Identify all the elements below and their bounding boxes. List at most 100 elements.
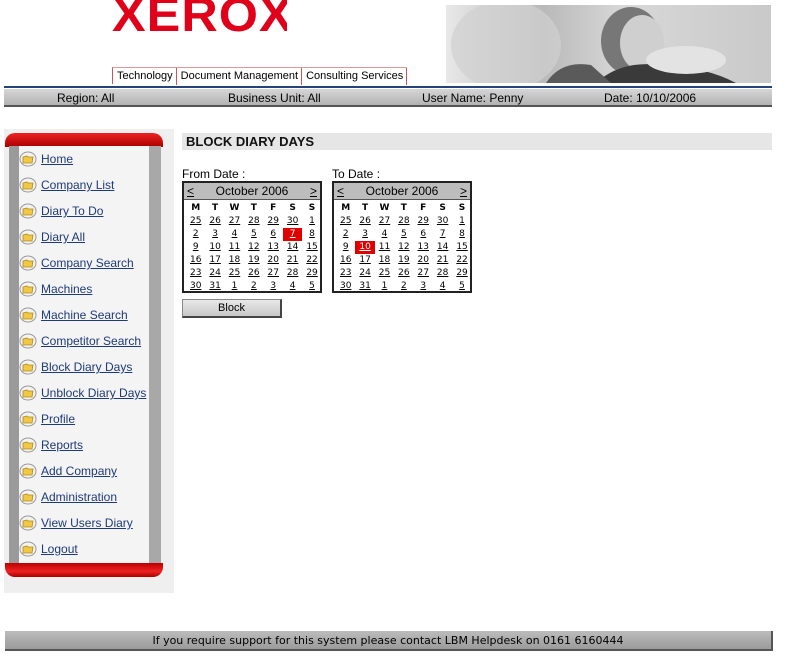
calendar-day[interactable]: 22: [452, 254, 471, 267]
calendar-day[interactable]: 4: [225, 228, 244, 241]
calendar-day[interactable]: 19: [394, 254, 413, 267]
sidebar-item-machine-search[interactable]: Machine Search: [19, 305, 128, 325]
sidebar-item-label[interactable]: Unblock Diary Days: [41, 386, 146, 400]
sidebar-item-label[interactable]: Add Company: [41, 464, 117, 478]
calendar-day[interactable]: 3: [264, 280, 283, 293]
calendar-day[interactable]: 4: [433, 280, 452, 293]
block-button[interactable]: Block: [182, 299, 282, 318]
sidebar-item-company-search[interactable]: Company Search: [19, 253, 134, 273]
calendar-day[interactable]: 14: [283, 241, 302, 254]
calendar-day[interactable]: 1: [225, 280, 244, 293]
calendar-day[interactable]: 26: [205, 215, 224, 228]
calendar-day[interactable]: 4: [375, 228, 394, 241]
calendar-day[interactable]: 24: [355, 267, 374, 280]
calendar-day[interactable]: 6: [414, 228, 433, 241]
sidebar-item-unblock-diary-days[interactable]: Unblock Diary Days: [19, 383, 146, 403]
calendar-day[interactable]: 16: [186, 254, 205, 267]
sidebar-item-view-users-diary[interactable]: View Users Diary: [19, 513, 133, 533]
calendar-day[interactable]: 17: [355, 254, 374, 267]
sidebar-item-block-diary-days[interactable]: Block Diary Days: [19, 357, 132, 377]
calendar-day[interactable]: 30: [336, 280, 355, 293]
calendar-day[interactable]: 23: [336, 267, 355, 280]
sidebar-item-diary-all[interactable]: Diary All: [19, 227, 85, 247]
calendar-day[interactable]: 2: [244, 280, 263, 293]
calendar-day[interactable]: 25: [186, 215, 205, 228]
sidebar-item-label[interactable]: View Users Diary: [41, 516, 133, 530]
calendar-day[interactable]: 3: [355, 228, 374, 241]
calendar-day[interactable]: 29: [264, 215, 283, 228]
calendar-day[interactable]: 5: [394, 228, 413, 241]
calendar-day[interactable]: 28: [244, 215, 263, 228]
calendar-day[interactable]: 16: [336, 254, 355, 267]
calendar-day[interactable]: 13: [264, 241, 283, 254]
sidebar-item-label[interactable]: Administration: [41, 490, 117, 504]
calendar-day[interactable]: 11: [225, 241, 244, 254]
selected-day[interactable]: 10: [355, 241, 375, 254]
calendar-day[interactable]: 30: [433, 215, 452, 228]
sidebar-item-machines[interactable]: Machines: [19, 279, 92, 299]
calendar-day[interactable]: 5: [244, 228, 263, 241]
calendar-day[interactable]: 4: [283, 280, 302, 293]
calendar-day[interactable]: 17: [205, 254, 224, 267]
calendar-day[interactable]: 29: [452, 267, 471, 280]
calendar-day[interactable]: 24: [205, 267, 224, 280]
calendar-day[interactable]: 1: [375, 280, 394, 293]
calendar-day[interactable]: 26: [244, 267, 263, 280]
calendar-day[interactable]: 20: [414, 254, 433, 267]
calendar-day[interactable]: 9: [186, 241, 205, 254]
calendar-day[interactable]: 23: [186, 267, 205, 280]
calendar-day[interactable]: 28: [433, 267, 452, 280]
calendar-day[interactable]: 12: [244, 241, 263, 254]
calendar-day[interactable]: 25: [375, 267, 394, 280]
calendar-day[interactable]: 18: [375, 254, 394, 267]
calendar-day[interactable]: 20: [264, 254, 283, 267]
calendar-day[interactable]: 28: [394, 215, 413, 228]
calendar-day[interactable]: 10: [205, 241, 224, 254]
sidebar-item-label[interactable]: Reports: [41, 438, 83, 452]
calendar-day[interactable]: 15: [452, 241, 471, 254]
calendar-day[interactable]: 8: [452, 228, 471, 241]
sidebar-item-diary-to-do[interactable]: Diary To Do: [19, 201, 103, 221]
calendar-day[interactable]: 14: [433, 241, 452, 254]
calendar-day[interactable]: 2: [394, 280, 413, 293]
calendar-day[interactable]: 12: [394, 241, 413, 254]
calendar-day[interactable]: 31: [205, 280, 224, 293]
selected-day[interactable]: 7: [282, 228, 303, 241]
sidebar-item-competitor-search[interactable]: Competitor Search: [19, 331, 141, 351]
calendar-day[interactable]: 2: [336, 228, 355, 241]
calendar-day[interactable]: 5: [452, 280, 471, 293]
calendar-day[interactable]: 29: [414, 215, 433, 228]
calendar-day[interactable]: 30: [186, 280, 205, 293]
calendar-day[interactable]: 25: [225, 267, 244, 280]
calendar-day[interactable]: 30: [283, 215, 302, 228]
sidebar-item-label[interactable]: Home: [41, 152, 73, 166]
sidebar-item-label[interactable]: Profile: [41, 412, 75, 426]
sidebar-item-label[interactable]: Machine Search: [41, 308, 128, 322]
calendar-day[interactable]: 5: [302, 280, 321, 293]
calendar-day[interactable]: 6: [264, 228, 283, 241]
calendar-day[interactable]: 21: [283, 254, 302, 267]
sidebar-item-label[interactable]: Machines: [41, 282, 92, 296]
calendar-day[interactable]: 26: [394, 267, 413, 280]
calendar-day[interactable]: 22: [302, 254, 321, 267]
sidebar-item-label[interactable]: Company Search: [41, 256, 134, 270]
sidebar-item-label[interactable]: Competitor Search: [41, 334, 141, 348]
next-month-button[interactable]: >: [310, 184, 317, 198]
sidebar-item-label[interactable]: Block Diary Days: [41, 360, 132, 374]
sidebar-item-profile[interactable]: Profile: [19, 409, 75, 429]
calendar-day[interactable]: 27: [375, 215, 394, 228]
calendar-day[interactable]: 26: [355, 215, 374, 228]
calendar-day[interactable]: 7: [433, 228, 452, 241]
calendar-day[interactable]: 27: [225, 215, 244, 228]
calendar-day[interactable]: 27: [414, 267, 433, 280]
calendar-day[interactable]: 18: [225, 254, 244, 267]
calendar-day[interactable]: 31: [355, 280, 374, 293]
calendar-day[interactable]: 3: [414, 280, 433, 293]
calendar-day[interactable]: 1: [452, 215, 471, 228]
calendar-day[interactable]: 1: [302, 215, 321, 228]
sidebar-item-company-list[interactable]: Company List: [19, 175, 114, 195]
calendar-day[interactable]: 3: [205, 228, 224, 241]
calendar-day[interactable]: 15: [302, 241, 321, 254]
calendar-day[interactable]: 25: [336, 215, 355, 228]
calendar-day[interactable]: 29: [302, 267, 321, 280]
